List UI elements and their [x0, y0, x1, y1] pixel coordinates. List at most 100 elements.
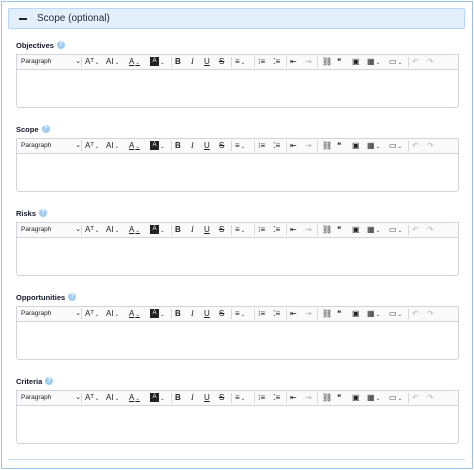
table-button[interactable]: ▦⌄ — [367, 223, 380, 237]
bold-button[interactable]: B — [175, 139, 181, 153]
align-button[interactable]: ≡⌄ — [235, 307, 245, 321]
redo-button[interactable]: ↷ — [427, 391, 434, 405]
italic-button[interactable]: I — [191, 55, 194, 69]
bold-button[interactable]: B — [175, 55, 181, 69]
paragraph-dropdown[interactable]: Paragraph ⌄ — [21, 223, 81, 237]
redo-button[interactable]: ↷ — [427, 139, 434, 153]
bold-button[interactable]: B — [175, 223, 181, 237]
image-button[interactable]: ▣ — [352, 55, 360, 69]
media-embed-button[interactable]: ▭⌄ — [389, 391, 402, 405]
redo-button[interactable]: ↷ — [427, 223, 434, 237]
highlight-button[interactable]: A ⌄ — [150, 307, 165, 321]
rich-text-editor-scope[interactable] — [16, 153, 459, 192]
font-family-button[interactable]: AI⌄ — [106, 55, 119, 69]
underline-button[interactable]: U — [204, 307, 210, 321]
rich-text-editor-objectives[interactable] — [16, 69, 459, 108]
numbered-list-button[interactable]: ⁝≡ — [258, 139, 265, 153]
font-family-button[interactable]: AI⌄ — [106, 307, 119, 321]
bold-button[interactable]: B — [175, 391, 181, 405]
blockquote-button[interactable]: ❝ — [337, 55, 341, 69]
undo-button[interactable]: ↶ — [412, 223, 419, 237]
highlight-button[interactable]: A ⌄ — [150, 55, 165, 69]
undo-button[interactable]: ↶ — [412, 55, 419, 69]
strikethrough-button[interactable]: S — [219, 391, 224, 405]
italic-button[interactable]: I — [191, 307, 194, 321]
align-button[interactable]: ≡⌄ — [235, 139, 245, 153]
blockquote-button[interactable]: ❝ — [337, 307, 341, 321]
font-size-button[interactable]: Aᵀ⌄ — [85, 223, 99, 237]
media-embed-button[interactable]: ▭⌄ — [389, 139, 402, 153]
underline-button[interactable]: U — [204, 391, 210, 405]
font-color-button[interactable]: A⌄ — [129, 139, 140, 153]
font-size-button[interactable]: Aᵀ⌄ — [85, 139, 99, 153]
italic-button[interactable]: I — [191, 223, 194, 237]
table-button[interactable]: ▦⌄ — [367, 55, 380, 69]
indent-button[interactable]: ⇥ — [305, 139, 312, 153]
outdent-button[interactable]: ⇤ — [290, 139, 297, 153]
link-button[interactable]: ⛓ — [322, 391, 332, 405]
help-icon[interactable]: ? — [56, 41, 65, 49]
rich-text-editor-opportunities[interactable] — [16, 321, 459, 360]
link-button[interactable]: ⛓ — [322, 307, 332, 321]
bulleted-list-button[interactable]: ⁚≡ — [273, 391, 280, 405]
numbered-list-button[interactable]: ⁝≡ — [258, 55, 265, 69]
link-button[interactable]: ⛓ — [322, 223, 332, 237]
strikethrough-button[interactable]: S — [219, 223, 224, 237]
font-family-button[interactable]: AI⌄ — [106, 391, 119, 405]
media-embed-button[interactable]: ▭⌄ — [389, 223, 402, 237]
font-family-button[interactable]: AI⌄ — [106, 139, 119, 153]
section-header-scope[interactable]: Scope (optional) — [8, 8, 465, 29]
help-icon[interactable]: ? — [45, 377, 54, 385]
outdent-button[interactable]: ⇤ — [290, 55, 297, 69]
bulleted-list-button[interactable]: ⁚≡ — [273, 223, 280, 237]
outdent-button[interactable]: ⇤ — [290, 391, 297, 405]
indent-button[interactable]: ⇥ — [305, 391, 312, 405]
outdent-button[interactable]: ⇤ — [290, 223, 297, 237]
numbered-list-button[interactable]: ⁝≡ — [258, 391, 265, 405]
outdent-button[interactable]: ⇤ — [290, 307, 297, 321]
blockquote-button[interactable]: ❝ — [337, 139, 341, 153]
font-size-button[interactable]: Aᵀ⌄ — [85, 307, 99, 321]
paragraph-dropdown[interactable]: Paragraph ⌄ — [21, 391, 81, 405]
link-button[interactable]: ⛓ — [322, 55, 332, 69]
redo-button[interactable]: ↷ — [427, 307, 434, 321]
align-button[interactable]: ≡⌄ — [235, 223, 245, 237]
strikethrough-button[interactable]: S — [219, 307, 224, 321]
indent-button[interactable]: ⇥ — [305, 223, 312, 237]
indent-button[interactable]: ⇥ — [305, 307, 312, 321]
image-button[interactable]: ▣ — [352, 391, 360, 405]
font-family-button[interactable]: AI⌄ — [106, 223, 119, 237]
table-button[interactable]: ▦⌄ — [367, 307, 380, 321]
blockquote-button[interactable]: ❝ — [337, 391, 341, 405]
italic-button[interactable]: I — [191, 391, 194, 405]
undo-button[interactable]: ↶ — [412, 307, 419, 321]
help-icon[interactable]: ? — [68, 293, 77, 301]
help-icon[interactable]: ? — [39, 209, 48, 217]
highlight-button[interactable]: A ⌄ — [150, 223, 165, 237]
table-button[interactable]: ▦⌄ — [367, 391, 380, 405]
image-button[interactable]: ▣ — [352, 223, 360, 237]
italic-button[interactable]: I — [191, 139, 194, 153]
blockquote-button[interactable]: ❝ — [337, 223, 341, 237]
redo-button[interactable]: ↷ — [427, 55, 434, 69]
bold-button[interactable]: B — [175, 307, 181, 321]
font-size-button[interactable]: Aᵀ⌄ — [85, 55, 99, 69]
indent-button[interactable]: ⇥ — [305, 55, 312, 69]
collapse-icon[interactable] — [19, 17, 27, 20]
strikethrough-button[interactable]: S — [219, 139, 224, 153]
image-button[interactable]: ▣ — [352, 307, 360, 321]
media-embed-button[interactable]: ▭⌄ — [389, 55, 402, 69]
highlight-button[interactable]: A ⌄ — [150, 391, 165, 405]
table-button[interactable]: ▦⌄ — [367, 139, 380, 153]
underline-button[interactable]: U — [204, 223, 210, 237]
rich-text-editor-risks[interactable] — [16, 237, 459, 276]
numbered-list-button[interactable]: ⁝≡ — [258, 223, 265, 237]
link-button[interactable]: ⛓ — [322, 139, 332, 153]
highlight-button[interactable]: A ⌄ — [150, 139, 165, 153]
paragraph-dropdown[interactable]: Paragraph ⌄ — [21, 139, 81, 153]
bulleted-list-button[interactable]: ⁚≡ — [273, 55, 280, 69]
font-color-button[interactable]: A⌄ — [129, 391, 140, 405]
underline-button[interactable]: U — [204, 55, 210, 69]
paragraph-dropdown[interactable]: Paragraph ⌄ — [21, 307, 81, 321]
align-button[interactable]: ≡⌄ — [235, 391, 245, 405]
